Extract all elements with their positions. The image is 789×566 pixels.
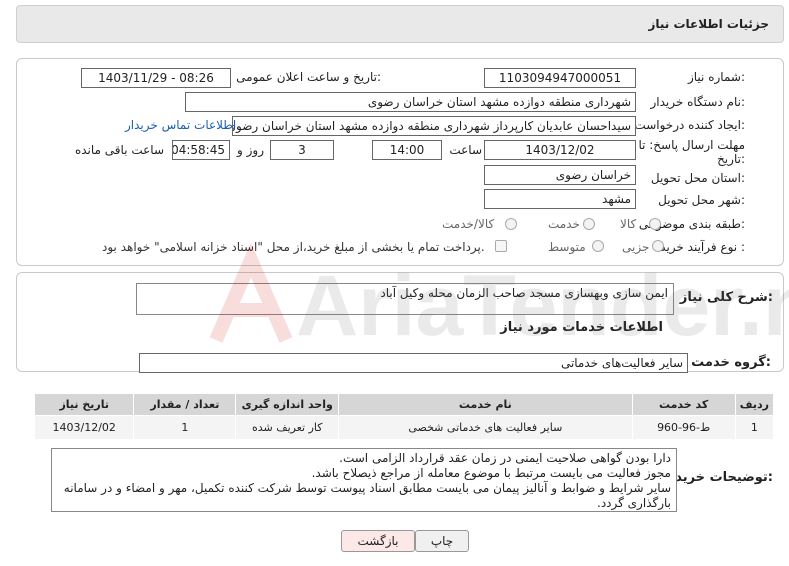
need-summary-field: ایمن سازی وبهسازی مسجد صاحب الزمان محله …: [136, 283, 674, 315]
announce-datetime-label: تاریخ و ساعت اعلان عمومی:: [236, 70, 381, 84]
announce-datetime-field: 1403/11/29 - 08:26: [81, 68, 231, 88]
cell-unit: کار تعریف شده: [235, 415, 340, 440]
col-header-date: تاریخ نیاز: [33, 393, 135, 416]
category-goods-service-label: کالا/خدمت: [442, 217, 495, 231]
need-number-label: شماره نیاز:: [687, 70, 745, 84]
deadline-date-label: تاریخ:: [717, 152, 745, 166]
service-group-label: گروه خدمت:: [691, 355, 771, 370]
need-info-panel: [16, 58, 784, 266]
time-remaining-label: ساعت باقی مانده: [74, 143, 164, 157]
back-button[interactable]: بازگشت: [341, 530, 415, 552]
page-title: جزئیات اطلاعات نیاز: [648, 17, 769, 31]
cell-service-name: سایر فعالیت های خدماتی شخصی: [338, 415, 633, 440]
city-label: شهر محل تحویل:: [658, 193, 745, 207]
cell-quantity: 1: [133, 415, 237, 440]
category-goods-label: کالا: [620, 217, 637, 231]
col-header-quantity: تعداد / مقدار: [133, 393, 237, 416]
cell-date: 1403/12/02: [33, 415, 135, 440]
deadline-label: مهلت ارسال پاسخ: تا: [638, 138, 745, 152]
deadline-time-label: ساعت: [449, 143, 482, 157]
buyer-notes-line: مجوز فعالیت می بایست مرتبط با موضوع معام…: [311, 466, 671, 480]
buyer-notes-label: توضیحات خریدار:: [663, 470, 773, 485]
table-row: 1403/12/02 1 کار تعریف شده سایر فعالیت ه…: [33, 415, 775, 440]
col-header-unit: واحد اندازه گیری: [235, 393, 340, 416]
print-button[interactable]: چاپ: [415, 530, 469, 552]
services-table: تاریخ نیاز تعداد / مقدار واحد اندازه گیر…: [33, 393, 775, 440]
need-number-field: 1103094947000051: [484, 68, 636, 88]
buyer-org-label: نام دستگاه خریدار:: [650, 95, 746, 109]
buyer-contact-link[interactable]: اطلاعات تماس خریدار: [125, 118, 236, 132]
cell-service-code: ط-96-960: [631, 415, 736, 440]
time-remaining-field: 04:58:45: [172, 140, 230, 160]
process-medium-radio[interactable]: [592, 240, 604, 252]
category-goods-radio[interactable]: [649, 218, 661, 230]
province-label: استان محل تحویل:: [650, 171, 745, 185]
process-type-label: نوع فرآیند خرید :: [660, 240, 745, 254]
buyer-org-field: شهرداری منطقه دوازده مشهد استان خراسان ر…: [185, 92, 636, 112]
buyer-notes-line: سایر شرایط و ضوابط و آنالیز پیمان می بای…: [63, 481, 671, 510]
need-summary-label: شرح کلی نیاز:: [679, 290, 773, 305]
province-field: خراسان رضوی: [484, 165, 636, 185]
col-header-service-code: کد خدمت: [631, 393, 736, 416]
col-header-row-number: ردیف: [734, 393, 775, 416]
services-section-title: اطلاعات خدمات مورد نیاز: [500, 320, 663, 335]
process-minor-label: جزیی: [622, 240, 650, 254]
treasury-payment-checkbox[interactable]: [495, 240, 507, 252]
city-field: مشهد: [484, 189, 636, 209]
days-remaining-field: 3: [270, 140, 334, 160]
requester-field: سیداحسان عابدیان کارپرداز شهرداری منطقه …: [232, 116, 636, 136]
days-label: روز و: [237, 143, 264, 157]
deadline-date-field: 1403/12/02: [484, 140, 636, 160]
treasury-payment-note: پرداخت تمام یا بخشی از مبلغ خرید،از محل …: [102, 240, 485, 254]
table-header-row: تاریخ نیاز تعداد / مقدار واحد اندازه گیر…: [33, 393, 775, 416]
cell-row-number: 1: [734, 415, 775, 440]
page-header: جزئیات اطلاعات نیاز: [16, 5, 784, 43]
requester-label: ایجاد کننده درخواست:: [634, 118, 745, 132]
buyer-notes-field: دارا بودن گواهی صلاحیت ایمنی در زمان عقد…: [51, 448, 677, 512]
announce-datetime-value: 1403/11/29 - 08:26: [98, 71, 214, 85]
process-minor-radio[interactable]: [652, 240, 664, 252]
buyer-notes-line: دارا بودن گواهی صلاحیت ایمنی در زمان عقد…: [339, 451, 671, 465]
deadline-time-field: 14:00: [372, 140, 442, 160]
col-header-service-name: نام خدمت: [338, 393, 633, 416]
category-service-label: خدمت: [548, 217, 580, 231]
service-group-field: سایر فعالیت‌های خدماتی: [139, 353, 688, 373]
category-service-radio[interactable]: [583, 218, 595, 230]
process-medium-label: متوسط: [548, 240, 586, 254]
category-goods-service-radio[interactable]: [505, 218, 517, 230]
